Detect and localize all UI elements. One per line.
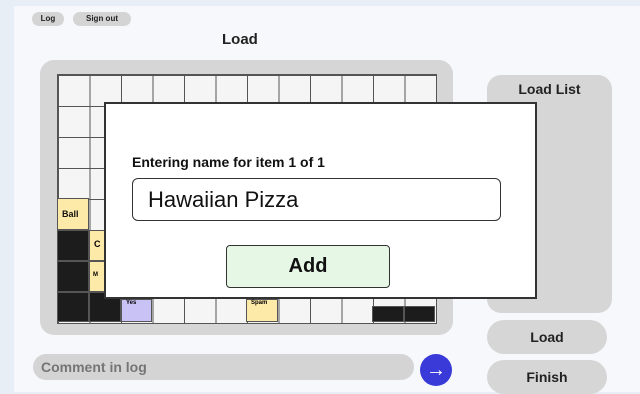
grid-cell-blocked: [372, 306, 404, 322]
arrow-right-icon[interactable]: →: [420, 354, 452, 386]
load-button[interactable]: Load: [487, 320, 607, 354]
grid-cell-partial[interactable]: C: [89, 230, 105, 261]
item-name-input[interactable]: [132, 178, 501, 221]
grid-cell-purple[interactable]: Yes: [121, 299, 152, 322]
grid-cell-blocked: [404, 306, 435, 322]
grid-cell-blocked: [57, 292, 89, 322]
name-entry-dialog: Entering name for item 1 of 1 Add: [104, 102, 537, 299]
grid-cell-blocked: [57, 230, 89, 261]
comment-input[interactable]: [33, 354, 414, 380]
load-list-title: Load List: [518, 81, 581, 97]
finish-button[interactable]: Finish: [487, 360, 607, 394]
grid-cell-ball[interactable]: Ball: [57, 198, 89, 230]
dialog-prompt: Entering name for item 1 of 1: [132, 154, 325, 170]
grid-cell-partial[interactable]: M: [89, 261, 105, 292]
page-title: Load: [222, 31, 258, 48]
grid-cell-blocked: [57, 261, 89, 292]
sign-out-button[interactable]: Sign out: [73, 12, 131, 26]
grid-cell-spam[interactable]: Spam: [246, 299, 278, 322]
cell-label: Ball: [62, 209, 79, 219]
log-button[interactable]: Log: [32, 12, 64, 26]
add-button[interactable]: Add: [226, 245, 390, 288]
